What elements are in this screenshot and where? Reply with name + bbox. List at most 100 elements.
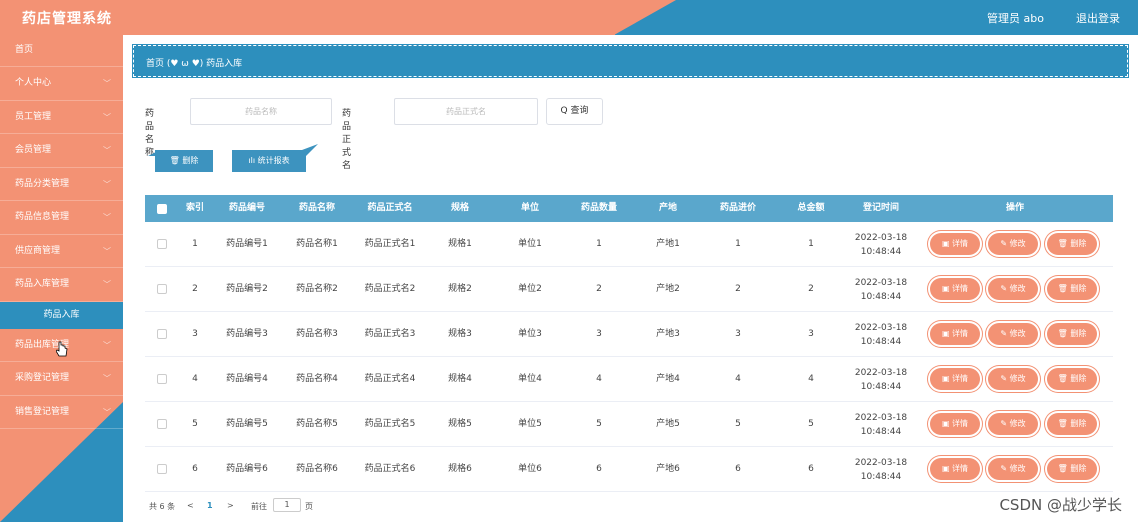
cell-spec: 规格6 (448, 464, 472, 474)
column-header: 登记时间 (862, 203, 899, 213)
goto-page-input[interactable]: 1 (273, 498, 301, 512)
chevron-down-icon: ﹀ (103, 246, 111, 256)
sidebar-item-label: 员工管理 (15, 111, 52, 122)
logout-link[interactable]: 退出登录 (1076, 10, 1120, 26)
chevron-down-icon: ﹀ (103, 374, 111, 383)
sidebar-item-label: 药品入库管理 (15, 279, 70, 289)
drug-formal-name-input[interactable]: 药品正式名 (394, 98, 538, 125)
sidebar-item-label: 药品分类管理 (15, 178, 70, 189)
sidebar-item-label: 销售登记管理 (15, 406, 70, 417)
sidebar-item[interactable]: 供应商管理 ﹀ (0, 235, 123, 268)
row-checkbox[interactable] (157, 419, 167, 429)
report-button[interactable]: ılı 统计报表 (232, 150, 306, 172)
row-delete-button[interactable]: 🗑 删除 (1047, 368, 1097, 390)
cell-formal: 药品正式名4 (364, 374, 416, 384)
sidebar-item[interactable]: 药品入库管理 ﹀ (0, 268, 123, 302)
column-header: 药品编号 (228, 203, 265, 213)
select-all-checkbox[interactable] (157, 204, 167, 214)
cell-formal: 药品正式名5 (364, 419, 416, 429)
cell-qty: 5 (596, 419, 602, 429)
table-row: 5 药品编号5 药品名称5 药品正式名5 规格5 单位5 5 产地5 5 5 2022-03-18 1… (145, 402, 1113, 447)
detail-button[interactable]: ▣ 详情 (930, 278, 980, 300)
cell-unit: 单位5 (518, 419, 542, 429)
detail-button[interactable]: ▣ 详情 (930, 413, 980, 435)
sidebar-item[interactable]: 员工管理 ﹀ (0, 101, 123, 134)
cell-unit: 单位3 (518, 329, 542, 339)
sidebar-item[interactable]: 个人中心 ﹀ (0, 67, 123, 101)
cell-spec: 规格1 (448, 239, 472, 249)
edit-button[interactable]: ✎ 修改 (988, 368, 1038, 390)
detail-button[interactable]: ▣ 详情 (930, 368, 980, 390)
cell-spec: 规格4 (448, 374, 472, 384)
row-delete-button[interactable]: 🗑 删除 (1047, 278, 1097, 300)
detail-button[interactable]: ▣ 详情 (930, 458, 980, 480)
edit-button[interactable]: ✎ 修改 (988, 278, 1038, 300)
next-page-button[interactable]: > (227, 501, 234, 510)
sidebar-item-label: 供应商管理 (15, 245, 61, 256)
cell-unit: 单位6 (518, 464, 542, 474)
query-button[interactable]: Q 查询 (546, 98, 603, 125)
cell-origin: 产地6 (656, 464, 680, 474)
register-time: 10:48:44 (860, 337, 902, 347)
chevron-down-icon: ﹀ (103, 213, 111, 222)
column-header: 药品名称 (298, 203, 335, 213)
cell-code: 药品编号4 (226, 374, 268, 384)
current-user: 管理员 abo (987, 12, 1044, 25)
cell-price: 3 (735, 329, 741, 339)
row-delete-button[interactable]: 🗑 删除 (1047, 323, 1097, 345)
edit-button[interactable]: ✎ 修改 (988, 413, 1038, 435)
current-page-number[interactable]: 1 (207, 501, 213, 510)
batch-delete-button[interactable]: 🗑 删除 (155, 150, 213, 172)
cell-qty: 4 (596, 374, 602, 384)
row-delete-button[interactable]: 🗑 删除 (1047, 458, 1097, 480)
cell-formal: 药品正式名3 (364, 329, 416, 339)
chevron-down-icon: ﹀ (103, 179, 111, 189)
row-checkbox[interactable] (157, 464, 167, 474)
row-checkbox[interactable] (157, 284, 167, 294)
cell-total: 5 (808, 419, 814, 429)
edit-button[interactable]: ✎ 修改 (988, 233, 1038, 255)
row-checkbox[interactable] (157, 239, 167, 249)
cell-register-time: 2022-03-18 10:48:44 (845, 222, 917, 267)
sidebar-item[interactable]: 药品分类管理 ﹀ (0, 168, 123, 201)
cell-total: 1 (808, 239, 814, 249)
cell-total: 6 (808, 464, 814, 474)
top-header: 药店管理系统 管理员 abo 退出登录 (0, 0, 1138, 35)
edit-button[interactable]: ✎ 修改 (988, 323, 1038, 345)
cell-price: 6 (735, 464, 741, 474)
cell-name: 药品名称4 (296, 374, 338, 384)
column-header: 总金额 (797, 203, 825, 213)
cell-origin: 产地2 (656, 284, 680, 294)
cell-register-time: 2022-03-18 10:48:44 (845, 357, 917, 402)
mouse-cursor-icon (55, 341, 68, 361)
sidebar-item[interactable]: 销售登记管理 ﹀ (0, 396, 123, 429)
edit-button[interactable]: ✎ 修改 (988, 458, 1038, 480)
sidebar-subitem-drug-inbound[interactable]: 药品入库 (0, 301, 123, 329)
chevron-down-icon: ﹀ (103, 340, 111, 350)
drug-name-input[interactable]: 药品名称 (190, 98, 332, 125)
table-row: 2 药品编号2 药品名称2 药品正式名2 规格2 单位2 2 产地2 2 2 2022-03-18 1… (145, 267, 1113, 312)
sidebar-item[interactable]: 首页 (0, 35, 123, 67)
row-delete-button[interactable]: 🗑 删除 (1047, 233, 1097, 255)
sidebar-item[interactable]: 药品信息管理 ﹀ (0, 201, 123, 235)
detail-button[interactable]: ▣ 详情 (930, 323, 980, 345)
cell-code: 药品编号1 (226, 239, 268, 249)
sidebar-item-label: 个人中心 (15, 78, 52, 88)
prev-page-button[interactable]: < (187, 501, 194, 510)
detail-button[interactable]: ▣ 详情 (930, 233, 980, 255)
breadcrumb-text: 首页 (♥ ω ♥) 药品入库 (146, 59, 243, 69)
sidebar-item[interactable]: 采购登记管理 ﹀ (0, 362, 123, 396)
sidebar-item[interactable]: 会员管理 ﹀ (0, 134, 123, 168)
row-checkbox[interactable] (157, 374, 167, 384)
table-header: 索引 药品编号 药品名称 药品正式名 规格 单位 药品数量 产地 药品进价 总金额 登记时间 操作 (145, 195, 1113, 222)
cell-code: 药品编号2 (226, 284, 268, 294)
cell-register-time: 2022-03-18 10:48:44 (845, 402, 917, 447)
chevron-down-icon: ﹀ (103, 407, 111, 417)
sidebar-item-label: 药品信息管理 (15, 212, 70, 222)
cell-formal: 药品正式名6 (364, 464, 416, 474)
goto-label: 前往 (251, 502, 267, 511)
row-delete-button[interactable]: 🗑 删除 (1047, 413, 1097, 435)
table-row: 1 药品编号1 药品名称1 药品正式名1 规格1 单位1 1 产地1 1 1 2022-03-18 1… (145, 222, 1113, 267)
sidebar-item-label: 会员管理 (15, 145, 52, 155)
row-checkbox[interactable] (157, 329, 167, 339)
